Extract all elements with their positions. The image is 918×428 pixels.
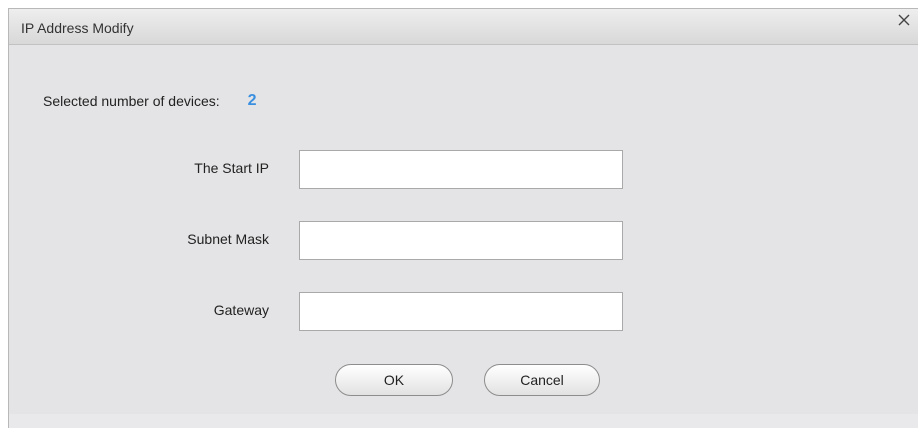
start-ip-input[interactable] xyxy=(299,150,623,189)
selected-devices-row: Selected number of devices: 2 xyxy=(43,92,257,110)
subnet-mask-input[interactable] xyxy=(299,221,623,260)
ip-address-modify-dialog: IP Address Modify Selected number of dev… xyxy=(8,8,918,428)
selected-devices-count: 2 xyxy=(247,92,257,109)
gateway-label: Gateway xyxy=(213,302,269,318)
cancel-button[interactable]: Cancel xyxy=(484,364,600,396)
dialog-titlebar: IP Address Modify xyxy=(9,9,918,45)
ok-button[interactable]: OK xyxy=(335,364,453,396)
subnet-mask-label: Subnet Mask xyxy=(187,231,269,247)
close-icon[interactable] xyxy=(894,10,914,30)
selected-devices-label: Selected number of devices: xyxy=(43,93,220,109)
dialog-footer xyxy=(9,414,918,428)
start-ip-label: The Start IP xyxy=(194,160,269,176)
gateway-input[interactable] xyxy=(299,292,623,331)
dialog-title: IP Address Modify xyxy=(21,20,134,36)
